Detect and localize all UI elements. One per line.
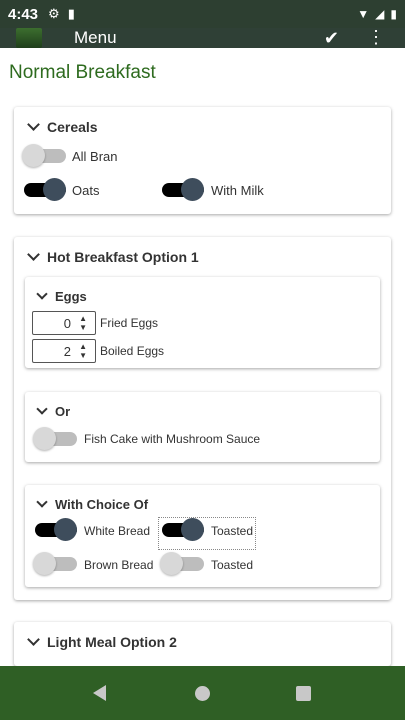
home-icon[interactable] bbox=[195, 686, 210, 701]
cereals-header[interactable]: Cereals bbox=[27, 118, 98, 135]
page-title: Normal Breakfast bbox=[9, 62, 156, 83]
brown-toasted-toggle[interactable] bbox=[160, 552, 204, 575]
app-bar: Menu ✔ ⋮ bbox=[0, 27, 405, 48]
chevron-down-icon bbox=[27, 633, 40, 646]
choice-header[interactable]: With Choice Of bbox=[36, 496, 149, 512]
white-bread-label: White Bread bbox=[84, 524, 151, 538]
eggs-header-label: Eggs bbox=[55, 289, 87, 304]
fish-cake-label: Fish Cake with Mushroom Sauce bbox=[84, 432, 261, 446]
fried-eggs-label: Fried Eggs bbox=[100, 316, 159, 330]
white-toasted-label: Toasted bbox=[211, 524, 254, 538]
app-bar-title: Menu bbox=[74, 28, 117, 47]
white-bread-toggle[interactable] bbox=[35, 518, 77, 541]
status-time: 4:43 bbox=[8, 5, 39, 23]
hot-breakfast-header-label: Hot Breakfast Option 1 bbox=[47, 249, 199, 265]
or-header[interactable]: Or bbox=[36, 403, 71, 419]
boiled-eggs-value: 2 bbox=[63, 344, 71, 359]
brown-bread-toggle[interactable] bbox=[33, 552, 77, 575]
fried-eggs-value: 0 bbox=[63, 316, 71, 331]
oats-toggle[interactable] bbox=[24, 178, 66, 201]
boiled-eggs-stepper[interactable]: 2 ▲ ▼ bbox=[32, 339, 96, 363]
app-logo bbox=[16, 28, 42, 48]
fish-cake-toggle[interactable] bbox=[33, 427, 77, 450]
cereals-card: Cereals All Bran Oats With Milk bbox=[14, 107, 391, 214]
sd-card-icon: ▮ bbox=[67, 6, 75, 21]
all-bran-toggle[interactable] bbox=[22, 144, 66, 167]
recent-apps-icon[interactable] bbox=[296, 686, 311, 701]
check-icon[interactable]: ✔ bbox=[324, 28, 339, 48]
more-options-icon[interactable]: ⋮ bbox=[367, 27, 385, 47]
boiled-eggs-label: Boiled Eggs bbox=[100, 344, 165, 358]
all-bran-label: All Bran bbox=[72, 149, 118, 164]
status-bar: 4:43 ⚙ ▮ ▼ ◢ ▮ bbox=[0, 0, 405, 28]
chevron-down-icon bbox=[27, 248, 40, 261]
hot-breakfast-card: Hot Breakfast Option 1 Eggs 0 ▲ ▼ Fried E… bbox=[14, 237, 391, 600]
hot-breakfast-header[interactable]: Hot Breakfast Option 1 bbox=[27, 248, 199, 265]
oats-label: Oats bbox=[72, 183, 100, 198]
choice-card: With Choice Of White Bread Toasted Brown… bbox=[25, 485, 380, 587]
light-meal-card: Light Meal Option 2 bbox=[14, 622, 391, 666]
navigation-bar bbox=[0, 666, 405, 720]
eggs-card: Eggs 0 ▲ ▼ Fried Eggs 2 ▲ ▼ Boiled Eggs bbox=[25, 277, 380, 368]
back-icon[interactable] bbox=[93, 685, 106, 701]
chevron-down-icon bbox=[36, 496, 48, 508]
eggs-header[interactable]: Eggs bbox=[36, 288, 87, 304]
brown-toasted-label: Toasted bbox=[211, 558, 254, 572]
with-milk-label: With Milk bbox=[211, 183, 264, 198]
fried-eggs-stepper[interactable]: 0 ▲ ▼ bbox=[32, 311, 96, 335]
signal-icon: ◢ bbox=[375, 7, 385, 21]
stepper-arrows-icon[interactable]: ▲ ▼ bbox=[79, 342, 87, 360]
settings-gear-icon: ⚙ bbox=[48, 6, 60, 21]
battery-icon: ▮ bbox=[390, 7, 397, 21]
stepper-arrows-icon[interactable]: ▲ ▼ bbox=[79, 314, 87, 332]
light-meal-header-label: Light Meal Option 2 bbox=[47, 634, 177, 650]
with-milk-toggle[interactable] bbox=[162, 178, 204, 201]
cereals-header-label: Cereals bbox=[47, 119, 98, 135]
wifi-icon: ▼ bbox=[357, 7, 370, 21]
brown-bread-label: Brown Bread bbox=[84, 558, 154, 572]
light-meal-header[interactable]: Light Meal Option 2 bbox=[27, 633, 177, 650]
or-header-label: Or bbox=[55, 404, 71, 419]
or-card: Or Fish Cake with Mushroom Sauce bbox=[25, 392, 380, 462]
chevron-down-icon bbox=[27, 118, 40, 131]
chevron-down-icon bbox=[36, 403, 48, 415]
chevron-down-icon bbox=[36, 288, 48, 300]
choice-header-label: With Choice Of bbox=[55, 497, 149, 512]
white-toasted-toggle[interactable] bbox=[162, 518, 204, 541]
